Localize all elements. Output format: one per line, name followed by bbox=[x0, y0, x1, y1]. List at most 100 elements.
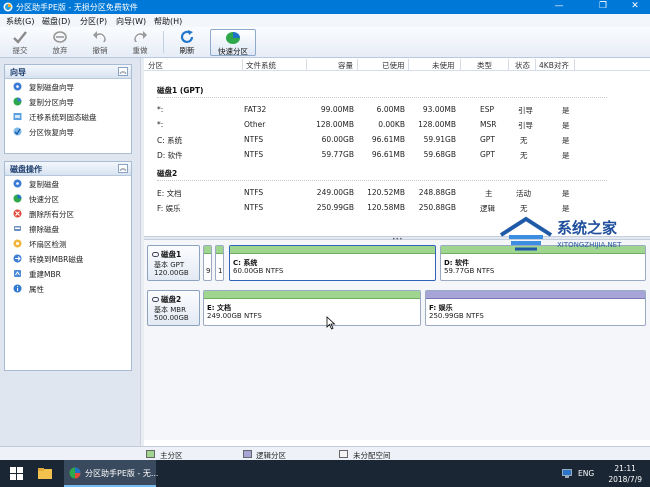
usage-bar bbox=[216, 246, 223, 254]
column-header-free[interactable]: 未使用 bbox=[432, 60, 455, 71]
column-header-used[interactable]: 已使用 bbox=[382, 60, 405, 71]
table-row[interactable]: F: 娱乐 NTFS 250.99GB 120.58MB 250.88GB 逻辑… bbox=[144, 201, 650, 216]
cell-type: GPT bbox=[480, 150, 495, 159]
cell-filesystem: NTFS bbox=[244, 150, 264, 159]
op-convert-mbr[interactable]: 转换到MBR磁盘 bbox=[5, 251, 131, 266]
watermark-logo: 系统之家 XITONGZHIJIA.NET bbox=[497, 215, 637, 253]
watermark-brand: 系统之家 bbox=[557, 219, 618, 237]
cell-type: 逻辑 bbox=[480, 204, 495, 213]
disk-icon bbox=[152, 252, 159, 257]
maximize-button[interactable]: ❐ bbox=[590, 0, 616, 14]
checkmark-icon bbox=[13, 31, 27, 44]
table-row[interactable]: C: 系统 NTFS 60.00GB 96.61MB 59.91GB GPT 无… bbox=[144, 133, 650, 148]
column-divider bbox=[357, 59, 358, 70]
discard-button[interactable]: 放弃 bbox=[43, 29, 77, 56]
column-header-status[interactable]: 状态 bbox=[515, 60, 530, 71]
toolbar: 提交 放弃 撤销 重做 刷新 快速分区 bbox=[0, 27, 650, 58]
cell-status: 引导 bbox=[518, 121, 533, 130]
taskbar: 分区助手PE版 - 无... ENG 21:11 2018/7/9 bbox=[0, 460, 650, 487]
wizard-copy-partition[interactable]: 复制分区向导 bbox=[5, 94, 131, 109]
cell-filesystem: NTFS bbox=[244, 135, 264, 144]
undo-button[interactable]: 撤销 bbox=[83, 29, 117, 56]
cell-type: GPT bbox=[480, 135, 495, 144]
cell-status: 无 bbox=[520, 136, 528, 145]
wizard-migrate-ssd[interactable]: 迁移系统到固态磁盘 bbox=[5, 109, 131, 124]
column-header-filesystem[interactable]: 文件系统 bbox=[246, 60, 276, 71]
table-row[interactable]: *: FAT32 99.00MB 6.00MB 93.00MB ESP 引导 是 bbox=[144, 103, 650, 118]
wizard-partition-recovery[interactable]: 分区恢复向导 bbox=[5, 124, 131, 139]
partition-assistant-icon bbox=[69, 467, 81, 479]
table-row[interactable]: E: 文档 NTFS 249.00GB 120.52MB 248.88GB 主 … bbox=[144, 186, 650, 201]
app-logo-icon bbox=[3, 2, 13, 12]
disk1-group-title[interactable]: 磁盘1 (GPT) bbox=[157, 85, 203, 96]
menu-disk[interactable]: 磁盘(D) bbox=[42, 16, 70, 27]
table-row[interactable]: *: Other 128.00MB 0.00KB 128.00MB MSR 引导… bbox=[144, 118, 650, 133]
window-title: 分区助手PE版 - 无损分区免费软件 bbox=[16, 3, 138, 12]
copy-disk-icon bbox=[13, 82, 22, 91]
op-wipe-disk[interactable]: 擦除磁盘 bbox=[5, 221, 131, 236]
op-properties[interactable]: 属性 bbox=[5, 281, 131, 296]
disk2-group-title[interactable]: 磁盘2 bbox=[157, 168, 177, 179]
cell-free: 59.91GB bbox=[423, 135, 456, 144]
collapse-chevron-icon[interactable]: ︽ bbox=[118, 164, 128, 173]
collapse-chevron-icon[interactable]: ︽ bbox=[118, 67, 128, 76]
network-icon[interactable] bbox=[562, 469, 572, 478]
menu-help[interactable]: 帮助(H) bbox=[154, 16, 182, 27]
minimize-button[interactable]: — bbox=[546, 0, 572, 14]
disk2-map-label[interactable]: 磁盘2 基本 MBR 500.00GB bbox=[147, 290, 200, 326]
windows-start-icon[interactable] bbox=[10, 467, 23, 480]
disk1-msr-partition[interactable]: 1 bbox=[215, 245, 224, 281]
refresh-button[interactable]: 刷新 bbox=[170, 29, 204, 56]
toolbar-separator bbox=[163, 31, 164, 53]
disk2-e-partition[interactable]: E: 文档 249.00GB NTFS bbox=[203, 290, 421, 326]
menu-partition[interactable]: 分区(P) bbox=[80, 16, 107, 27]
title-bar[interactable]: 分区助手PE版 - 无损分区免费软件 — ❐ ✕ bbox=[0, 0, 650, 14]
cell-capacity: 249.00GB bbox=[316, 188, 354, 197]
partition-size: 60.00GB NTFS bbox=[233, 267, 284, 275]
cell-aligned: 是 bbox=[562, 204, 570, 213]
table-row[interactable]: D: 软件 NTFS 59.77GB 96.61MB 59.68GB GPT 无… bbox=[144, 148, 650, 163]
wizard-panel-header[interactable]: 向导 ︽ bbox=[5, 65, 131, 79]
quick-partition-button[interactable]: 快速分区 bbox=[210, 29, 256, 56]
partition-label: 9 bbox=[206, 267, 211, 275]
redo-button[interactable]: 重做 bbox=[123, 29, 157, 56]
op-item-label: 坏扇区检测 bbox=[29, 240, 67, 249]
op-copy-disk[interactable]: 复制磁盘 bbox=[5, 176, 131, 191]
op-rebuild-mbr[interactable]: 重建MBR bbox=[5, 266, 131, 281]
op-item-label: 转换到MBR磁盘 bbox=[29, 255, 84, 264]
column-header-4k-align[interactable]: 4KB对齐 bbox=[539, 60, 569, 71]
column-header-partition[interactable]: 分区 bbox=[148, 60, 163, 71]
disk1-esp-partition[interactable]: 9 bbox=[203, 245, 212, 281]
row-separator bbox=[157, 97, 607, 98]
submit-button[interactable]: 提交 bbox=[3, 29, 37, 56]
info-icon bbox=[13, 284, 22, 293]
column-divider bbox=[574, 59, 575, 70]
wizard-copy-disk[interactable]: 复制磁盘向导 bbox=[5, 79, 131, 94]
cell-used: 96.61MB bbox=[371, 150, 405, 159]
menu-system[interactable]: 系统(G) bbox=[6, 16, 34, 27]
disk1-c-partition[interactable]: C: 系统 60.00GB NTFS bbox=[229, 245, 436, 281]
op-delete-all-partitions[interactable]: 删除所有分区 bbox=[5, 206, 131, 221]
column-header-capacity[interactable]: 容量 bbox=[338, 60, 353, 71]
op-bad-sector-check[interactable]: 坏扇区检测 bbox=[5, 236, 131, 251]
wizard-panel: 向导 ︽ 复制磁盘向导 复制分区向导 迁移系统到固态磁盘 分区恢复向导 bbox=[4, 64, 132, 154]
partition-recovery-icon bbox=[13, 127, 22, 136]
wizard-item-label: 分区恢复向导 bbox=[29, 128, 74, 137]
cell-aligned: 是 bbox=[562, 136, 570, 145]
op-item-label: 快速分区 bbox=[29, 195, 59, 204]
taskbar-app-button[interactable]: 分区助手PE版 - 无... bbox=[64, 460, 158, 487]
disk-operations-header[interactable]: 磁盘操作 ︽ bbox=[5, 162, 131, 176]
disk2-f-partition[interactable]: F: 娱乐 250.99GB NTFS bbox=[425, 290, 646, 326]
close-button[interactable]: ✕ bbox=[622, 0, 648, 14]
cell-type: MSR bbox=[480, 120, 497, 129]
column-header-type[interactable]: 类型 bbox=[477, 60, 492, 71]
clock-time: 21:11 bbox=[614, 464, 636, 473]
menu-wizard[interactable]: 向导(W) bbox=[116, 16, 146, 27]
refresh-label: 刷新 bbox=[179, 46, 195, 55]
op-quick-partition[interactable]: 快速分区 bbox=[5, 191, 131, 206]
system-clock[interactable]: 21:11 2018/7/9 bbox=[608, 463, 642, 485]
disk1-map-label[interactable]: 磁盘1 基本 GPT 120.00GB bbox=[147, 245, 200, 281]
column-divider bbox=[242, 59, 243, 70]
language-indicator[interactable]: ENG bbox=[578, 469, 594, 478]
file-explorer-icon[interactable] bbox=[38, 468, 52, 479]
